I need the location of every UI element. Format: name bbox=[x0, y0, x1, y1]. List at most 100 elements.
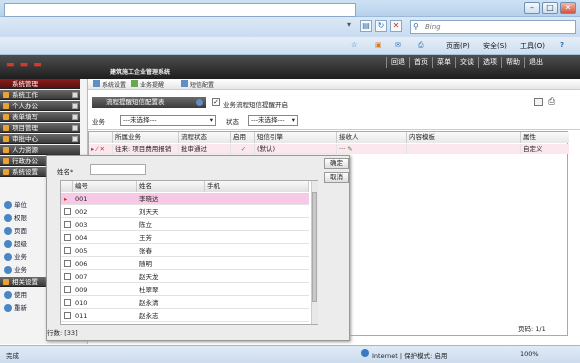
menu-page[interactable]: 页面(P) bbox=[446, 41, 470, 51]
menu-safety[interactable]: 安全(S) bbox=[483, 41, 507, 51]
table-row[interactable]: ▸ 001 李晓达 bbox=[61, 193, 309, 205]
expand-icon[interactable] bbox=[72, 103, 78, 109]
enabled-check-icon[interactable]: ✓ bbox=[231, 144, 255, 154]
system-name: 建筑施工企业管理系统 bbox=[110, 69, 171, 76]
row-checkbox[interactable] bbox=[64, 286, 71, 293]
grid-header[interactable]: 手机 bbox=[205, 181, 309, 192]
table-row[interactable]: 004 王芳 bbox=[61, 232, 309, 244]
expand-icon[interactable] bbox=[72, 136, 78, 142]
nav-help[interactable]: 帮助 bbox=[501, 57, 524, 68]
menu-tools[interactable]: 工具(O) bbox=[520, 41, 545, 51]
row-actions[interactable]: ▸ ⁄ ✕ bbox=[89, 144, 113, 154]
help-icon[interactable]: ? bbox=[560, 41, 564, 49]
sidebar-group-work[interactable]: 系统工作 bbox=[0, 90, 80, 100]
search-input[interactable]: Bing bbox=[410, 20, 576, 34]
sms-enable-checkbox[interactable]: ✓ bbox=[212, 98, 220, 106]
favorites-icon[interactable]: ☆ bbox=[351, 41, 357, 49]
feeds-icon[interactable]: ▣ bbox=[375, 41, 382, 49]
name-label: 姓名* bbox=[57, 168, 74, 176]
table-row[interactable]: 005 张春 bbox=[61, 245, 309, 257]
dropdown-icon[interactable]: ▾ bbox=[343, 20, 355, 32]
grid-header[interactable]: 短信引擎 bbox=[255, 132, 337, 143]
table-row[interactable]: 010 赵永清 bbox=[61, 297, 309, 309]
row-checkbox[interactable] bbox=[64, 312, 71, 319]
sidebar-sub-item[interactable]: 权限 bbox=[4, 212, 27, 222]
nav-logout[interactable]: 退出 bbox=[524, 57, 547, 68]
status-select[interactable]: ---未选择--- ▾ bbox=[248, 115, 298, 126]
table-row[interactable]: 011 赵永志 bbox=[61, 310, 309, 322]
sidebar-sub-item[interactable]: 业务 bbox=[4, 251, 27, 261]
sidebar-sub-item[interactable]: 重新 bbox=[4, 302, 27, 312]
expand-icon[interactable] bbox=[72, 114, 78, 120]
grid-header[interactable]: 姓名 bbox=[137, 181, 205, 192]
table-row[interactable]: 003 陈立 bbox=[61, 219, 309, 231]
nav-chat[interactable]: 交谈 bbox=[455, 57, 478, 68]
sidebar-group-approval[interactable]: 审批中心 bbox=[0, 134, 80, 144]
address-input[interactable] bbox=[4, 3, 356, 17]
menu-system-settings[interactable]: 系统设置 bbox=[102, 80, 126, 89]
unit-icon bbox=[4, 201, 12, 209]
folder-icon bbox=[3, 103, 9, 109]
row-checkbox[interactable] bbox=[64, 299, 71, 306]
print-icon[interactable]: ⎙ bbox=[418, 41, 424, 50]
security-zone[interactable]: Internet | 保护模式: 启用 bbox=[372, 350, 447, 360]
sidebar-group-hr[interactable]: 人力资源 bbox=[0, 145, 80, 155]
sidebar-sub-item[interactable]: 使用 bbox=[4, 289, 27, 299]
nav-menu[interactable]: 菜单 bbox=[432, 57, 455, 68]
business-select[interactable]: ---未选择--- ▾ bbox=[120, 115, 216, 126]
minimize-button[interactable]: – bbox=[524, 2, 540, 14]
row-checkbox[interactable] bbox=[64, 234, 71, 241]
row-checkbox[interactable] bbox=[64, 208, 71, 215]
expand-icon[interactable] bbox=[72, 92, 78, 98]
grid-header[interactable]: 内容模板 bbox=[407, 132, 521, 143]
expand-icon[interactable] bbox=[72, 125, 78, 131]
grid-header[interactable]: 属性 bbox=[521, 132, 569, 143]
key-icon bbox=[4, 214, 12, 222]
grid-header[interactable]: 所属业务 bbox=[113, 132, 179, 143]
refresh-icon[interactable]: ↻ bbox=[375, 20, 387, 32]
row-checkbox[interactable] bbox=[64, 247, 71, 254]
refresh-icon[interactable] bbox=[196, 99, 203, 106]
nav-options[interactable]: 选项 bbox=[478, 57, 501, 68]
grid-header[interactable]: 接收人 bbox=[337, 132, 407, 143]
grid-header[interactable]: 流程状态 bbox=[179, 132, 231, 143]
panel-title: 流程提醒短信配置表 bbox=[92, 97, 206, 108]
grid-header[interactable]: 启用 bbox=[231, 132, 255, 143]
sidebar-group-office[interactable]: 个人办公 bbox=[0, 101, 80, 111]
sidebar-group-form[interactable]: 表单填写 bbox=[0, 112, 80, 122]
scrollbar-thumb[interactable] bbox=[312, 192, 317, 302]
grid-header[interactable]: 编号 bbox=[73, 181, 137, 192]
nav-home[interactable]: 首页 bbox=[409, 57, 432, 68]
table-row[interactable]: 007 赵天龙 bbox=[61, 271, 309, 283]
ok-button[interactable]: 确定 bbox=[324, 158, 349, 169]
zoom-level[interactable]: 100% bbox=[520, 350, 539, 358]
pager: 页码: 1/1 bbox=[518, 325, 546, 333]
sidebar-group-project[interactable]: 项目管理 bbox=[0, 123, 80, 133]
maximize-button[interactable]: □ bbox=[542, 2, 558, 14]
name-input[interactable] bbox=[90, 164, 146, 175]
table-row[interactable]: 002 刘天天 bbox=[61, 206, 309, 218]
sidebar-sub-item[interactable]: 超级 bbox=[4, 238, 27, 248]
menu-business-remind[interactable]: 业务提醒 bbox=[140, 80, 164, 89]
close-button[interactable]: ✕ bbox=[560, 2, 576, 14]
table-row[interactable]: 009 杜翠翠 bbox=[61, 284, 309, 296]
stop-icon[interactable]: ✕ bbox=[390, 20, 402, 32]
compat-view-icon[interactable]: ▤ bbox=[360, 20, 372, 32]
row-checkbox[interactable] bbox=[64, 221, 71, 228]
print-icon[interactable]: ⎙ bbox=[548, 97, 555, 107]
row-checkbox[interactable] bbox=[64, 273, 71, 280]
menu-sms-config[interactable]: 短信配置 bbox=[190, 80, 214, 89]
row-pointer-icon: ▸ bbox=[64, 195, 68, 203]
edit-icon[interactable]: ✎ bbox=[347, 145, 352, 153]
cancel-button[interactable]: 取消 bbox=[324, 172, 349, 183]
export-icon[interactable] bbox=[534, 98, 543, 106]
receiver-cell[interactable]: ··· ✎ bbox=[337, 144, 407, 154]
sidebar-sub-item[interactable]: 页面 bbox=[4, 225, 27, 235]
mail-icon[interactable]: ✉ bbox=[395, 41, 401, 49]
sidebar-sub-item[interactable]: 业务 bbox=[4, 264, 27, 274]
select-all-column[interactable] bbox=[61, 181, 73, 192]
row-checkbox[interactable] bbox=[64, 260, 71, 267]
table-row[interactable]: 006 随明 bbox=[61, 258, 309, 270]
nav-back[interactable]: 回退 bbox=[386, 57, 409, 68]
sidebar-sub-item[interactable]: 单位 bbox=[4, 199, 27, 209]
